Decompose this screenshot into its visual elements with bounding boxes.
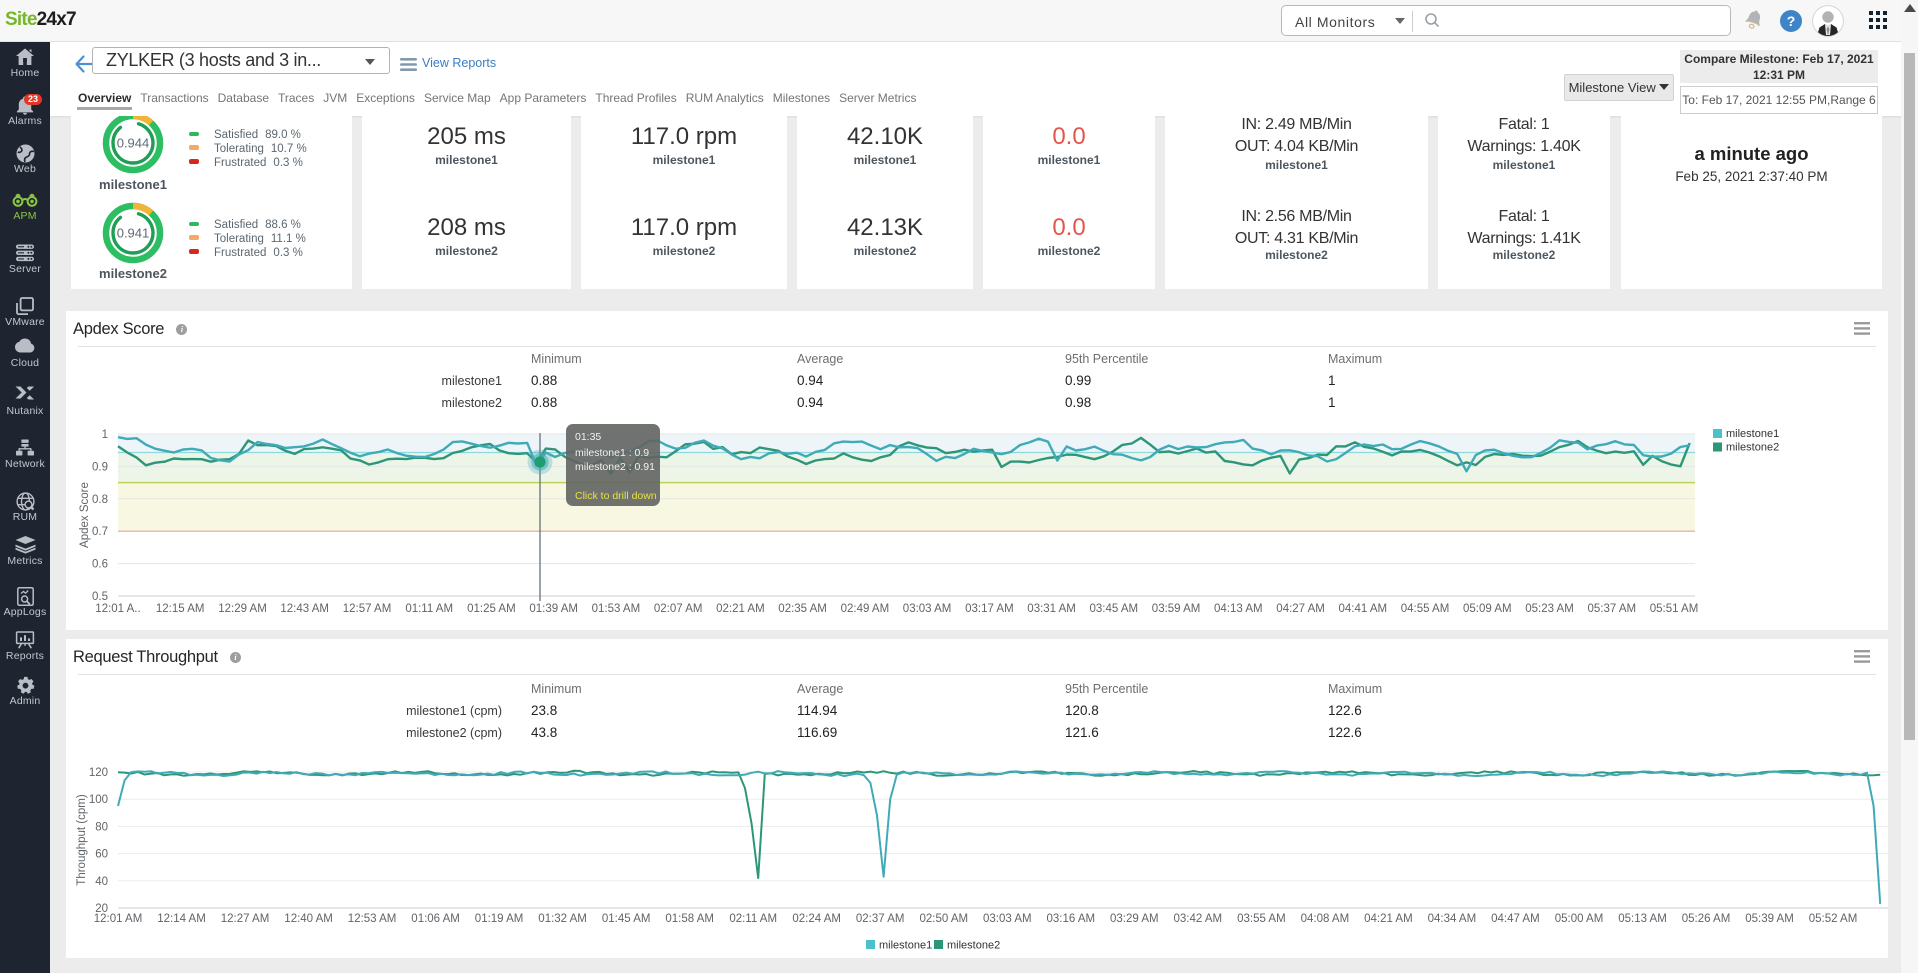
svg-text:02:50 AM: 02:50 AM [920, 913, 969, 925]
svg-text:12:01 AM: 12:01 AM [94, 913, 143, 925]
svg-text:01:45 AM: 01:45 AM [602, 913, 651, 925]
svg-text:01:32 AM: 01:32 AM [538, 913, 587, 925]
svg-text:milestone2: milestone2 [947, 940, 1000, 952]
svg-text:02:37 AM: 02:37 AM [856, 913, 905, 925]
svg-text:05:52 AM: 05:52 AM [1809, 913, 1858, 925]
svg-text:01:19 AM: 01:19 AM [475, 913, 524, 925]
svg-text:01:06 AM: 01:06 AM [411, 913, 460, 925]
svg-text:05:39 AM: 05:39 AM [1745, 913, 1794, 925]
svg-text:80: 80 [95, 821, 108, 833]
svg-text:100: 100 [89, 794, 108, 806]
svg-text:12:27 AM: 12:27 AM [221, 913, 270, 925]
svg-text:03:42 AM: 03:42 AM [1174, 913, 1223, 925]
svg-text:12:14 AM: 12:14 AM [157, 913, 206, 925]
svg-text:04:47 AM: 04:47 AM [1491, 913, 1540, 925]
svg-text:03:03 AM: 03:03 AM [983, 913, 1032, 925]
svg-text:01:58 AM: 01:58 AM [665, 913, 714, 925]
svg-text:12:40 AM: 12:40 AM [284, 913, 333, 925]
svg-text:04:21 AM: 04:21 AM [1364, 913, 1413, 925]
svg-text:03:29 AM: 03:29 AM [1110, 913, 1159, 925]
svg-text:03:16 AM: 03:16 AM [1047, 913, 1096, 925]
svg-text:02:24 AM: 02:24 AM [792, 913, 841, 925]
svg-text:Throughput (cpm): Throughput (cpm) [76, 794, 88, 886]
svg-text:milestone1: milestone1 [879, 940, 932, 952]
svg-text:05:13 AM: 05:13 AM [1618, 913, 1667, 925]
svg-text:12:53 AM: 12:53 AM [348, 913, 397, 925]
svg-text:120: 120 [89, 767, 108, 779]
svg-text:03:55 AM: 03:55 AM [1237, 913, 1286, 925]
svg-text:05:26 AM: 05:26 AM [1682, 913, 1731, 925]
svg-text:02:11 AM: 02:11 AM [729, 913, 777, 925]
svg-text:05:00 AM: 05:00 AM [1555, 913, 1604, 925]
svg-text:04:34 AM: 04:34 AM [1428, 913, 1477, 925]
svg-text:40: 40 [95, 876, 108, 888]
svg-text:04:08 AM: 04:08 AM [1301, 913, 1350, 925]
svg-text:60: 60 [95, 849, 108, 861]
